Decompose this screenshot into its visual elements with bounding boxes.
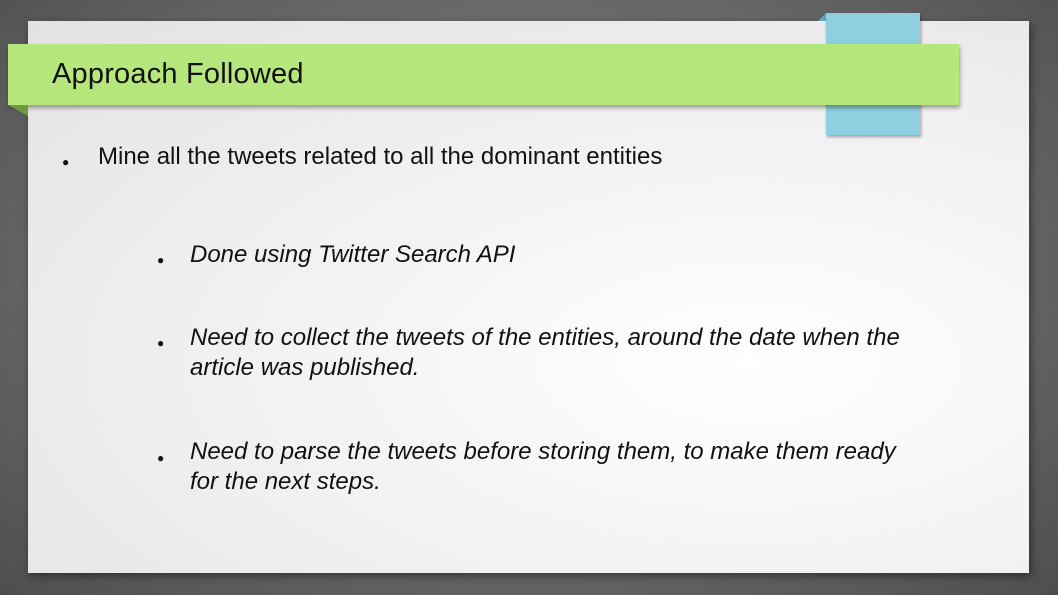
bullet-icon: ● xyxy=(157,336,165,350)
sub-bullet-3-line-2: for the next steps. xyxy=(190,468,381,495)
bullet-icon: ● xyxy=(157,253,165,267)
sub-bullet-2-line-2: article was published. xyxy=(190,354,420,381)
sub-bullet-3-line-1: Need to parse the tweets before storing … xyxy=(190,438,896,465)
main-bullet-text: Mine all the tweets related to all the d… xyxy=(98,143,663,170)
bullet-icon: ● xyxy=(157,451,165,465)
sub-bullet-1-line-1: Done using Twitter Search API xyxy=(190,241,516,268)
bullet-icon: ● xyxy=(62,155,70,169)
title-bar-fold xyxy=(8,105,28,116)
title-bar: Approach Followed xyxy=(8,44,959,105)
sub-bullet-2-line-1: Need to collect the tweets of the entiti… xyxy=(190,324,900,351)
slide-title: Approach Followed xyxy=(52,58,304,90)
accent-tab-fold xyxy=(818,13,826,21)
